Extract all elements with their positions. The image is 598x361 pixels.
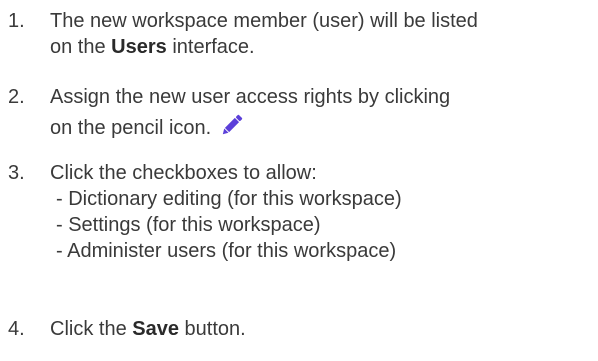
step-text: Assign the new user access rights by cli… (50, 84, 590, 139)
step-line: on the pencil icon. (50, 110, 590, 139)
step-number: 2. (8, 86, 25, 108)
step-line: The new workspace member (user) will be … (50, 10, 478, 32)
permission-item-dictionary-editing: - Dictionary editing (for this workspace… (56, 188, 402, 210)
step-line: Click the checkboxes to allow: (50, 162, 317, 184)
step-line: Assign the new user access rights by cli… (50, 86, 451, 108)
step-text-fragment: Click the (50, 318, 133, 340)
users-emphasis: Users (111, 36, 167, 58)
step-text-fragment: button. (178, 318, 246, 340)
save-emphasis: Save (132, 318, 179, 340)
step-line: on the Users interface. (50, 34, 590, 60)
step-text: Click the checkboxes to allow: - Diction… (50, 160, 590, 264)
step-number: 3. (8, 162, 25, 184)
step-text-fragment: on the (50, 36, 112, 58)
step-line: Click the Save button. (50, 316, 590, 342)
permission-item-settings: - Settings (for this workspace) (56, 214, 321, 236)
step-text-fragment: on the pencil icon. (50, 117, 212, 139)
step-text-fragment: interface. (166, 36, 255, 58)
step-text: Click the Save button. (50, 316, 590, 342)
pencil-icon (217, 110, 247, 140)
step-number: 1. (8, 10, 25, 32)
step-number: 4. (8, 318, 25, 340)
permission-item-administer-users: - Administer users (for this workspace) (56, 240, 397, 262)
step-text: The new workspace member (user) will be … (50, 8, 590, 60)
